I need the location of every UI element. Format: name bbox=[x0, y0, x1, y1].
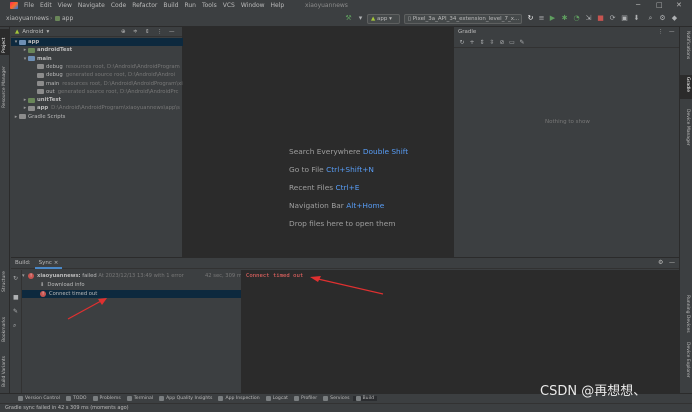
tool-version-control[interactable]: Version Control bbox=[15, 396, 63, 401]
tool-terminal[interactable]: Terminal bbox=[124, 396, 156, 401]
app-quality-icon bbox=[159, 396, 165, 401]
problems-icon bbox=[92, 396, 98, 401]
tool-app-quality-insights[interactable]: App Quality Insights bbox=[156, 396, 215, 401]
services-icon bbox=[323, 396, 329, 401]
terminal-icon bbox=[126, 396, 132, 401]
app-inspection-icon bbox=[218, 396, 224, 401]
annotation-arrow-output bbox=[317, 278, 384, 295]
status-message[interactable]: Gradle sync failed in 42 s 309 ms (momen… bbox=[5, 405, 129, 411]
annotation-arrow-tree bbox=[67, 300, 102, 320]
todo-icon bbox=[65, 396, 71, 401]
annotation-arrowhead-output bbox=[310, 276, 321, 282]
tool-build[interactable]: Build bbox=[352, 396, 378, 401]
status-bar: Gradle sync failed in 42 s 309 ms (momen… bbox=[0, 403, 692, 412]
tool-todo[interactable]: TODO bbox=[63, 396, 90, 401]
annotation-arrows bbox=[67, 276, 384, 320]
logcat-icon bbox=[265, 396, 271, 401]
tool-services[interactable]: Services bbox=[320, 396, 352, 401]
profiler-icon bbox=[293, 396, 299, 401]
tool-app-inspection[interactable]: App Inspection bbox=[215, 396, 262, 401]
tool-problems[interactable]: Problems bbox=[90, 396, 124, 401]
build-hammer-icon bbox=[355, 396, 361, 401]
watermark: CSDN @再想想、 bbox=[540, 384, 647, 399]
tool-profiler[interactable]: Profiler bbox=[291, 396, 320, 401]
version-control-icon bbox=[18, 396, 23, 401]
tool-logcat[interactable]: Logcat bbox=[263, 396, 291, 401]
